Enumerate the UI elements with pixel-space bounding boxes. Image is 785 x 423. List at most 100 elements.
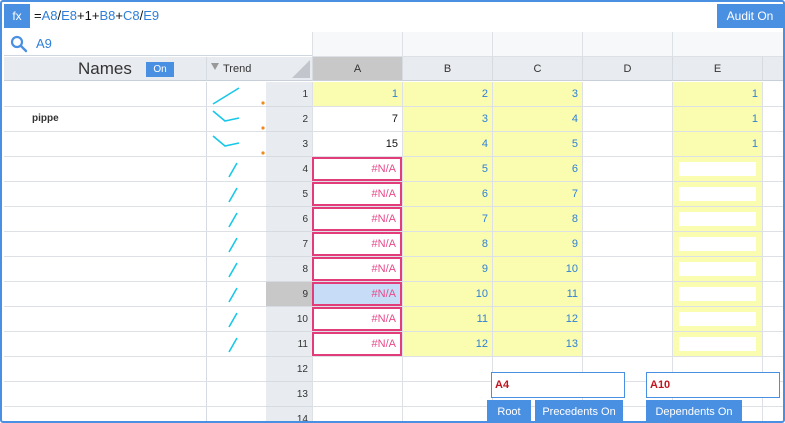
formula-input[interactable]: =A8/E8+1+B8+C8/E9 [34,4,159,28]
cell-b14[interactable] [402,407,492,421]
cell-e3[interactable]: 1 [672,132,762,156]
cell-c1[interactable]: 3 [492,82,582,106]
cell-a5[interactable]: #N/A [312,182,402,206]
cell-e9[interactable] [672,282,762,306]
cell-d5[interactable] [582,182,672,206]
cell-c6[interactable]: 8 [492,207,582,231]
column-header-b[interactable]: B [402,57,492,81]
cell-c11[interactable]: 13 [492,332,582,356]
cell-e4[interactable] [672,157,762,181]
name-cell[interactable] [4,332,206,356]
precedent-cell-box[interactable]: A4 [491,372,625,398]
row-header[interactable]: 5 [266,182,312,207]
cell-c7[interactable]: 9 [492,232,582,256]
name-cell[interactable] [4,82,206,106]
dependents-toggle-button[interactable]: Dependents On [646,400,742,421]
cell-a4[interactable]: #N/A [312,157,402,181]
select-all-corner[interactable] [266,57,312,81]
cell-c9[interactable]: 11 [492,282,582,306]
name-cell[interactable] [4,382,206,406]
name-cell[interactable] [4,232,206,256]
cell-a11[interactable]: #N/A [312,332,402,356]
cell-d8[interactable] [582,257,672,281]
cell-e5[interactable] [672,182,762,206]
audit-toggle-button[interactable]: Audit On [717,4,783,28]
row-header[interactable]: 12 [266,357,312,382]
column-header-d[interactable]: D [582,57,672,81]
row-header[interactable]: 1 [266,82,312,107]
cell-b10[interactable]: 11 [402,307,492,331]
row-header[interactable]: 10 [266,307,312,332]
column-header-e[interactable]: E [672,57,762,81]
dependent-cell-box[interactable]: A10 [646,372,780,398]
name-cell[interactable] [4,257,206,281]
column-header-a[interactable]: A [312,57,402,81]
cell-d11[interactable] [582,332,672,356]
cell-b3[interactable]: 4 [402,132,492,156]
name-cell[interactable] [4,157,206,181]
cell-e1[interactable]: 1 [672,82,762,106]
cell-e7[interactable] [672,232,762,256]
row-header[interactable]: 14 [266,407,312,421]
cell-a14[interactable] [312,407,402,421]
cell-a3[interactable]: 15 [312,132,402,156]
cell-a2[interactable]: 7 [312,107,402,131]
cell-b11[interactable]: 12 [402,332,492,356]
name-cell[interactable] [4,307,206,331]
cell-e10[interactable] [672,307,762,331]
cell-b12[interactable] [402,357,492,381]
cell-c4[interactable]: 6 [492,157,582,181]
row-header[interactable]: 9 [266,282,312,307]
search-input[interactable]: A9 [36,32,52,56]
cell-a12[interactable] [312,357,402,381]
cell-e11[interactable] [672,332,762,356]
cell-e6[interactable] [672,207,762,231]
cell-a6[interactable]: #N/A [312,207,402,231]
cell-b2[interactable]: 3 [402,107,492,131]
cell-c8[interactable]: 10 [492,257,582,281]
row-header[interactable]: 2 [266,107,312,132]
cell-d2[interactable] [582,107,672,131]
cell-b8[interactable]: 9 [402,257,492,281]
cell-a7[interactable]: #N/A [312,232,402,256]
row-header[interactable]: 7 [266,232,312,257]
cell-b4[interactable]: 5 [402,157,492,181]
cell-d9[interactable] [582,282,672,306]
fx-button[interactable]: fx [4,4,30,28]
cell-a13[interactable] [312,382,402,406]
cell-a10[interactable]: #N/A [312,307,402,331]
precedents-toggle-button[interactable]: Precedents On [535,400,623,421]
trend-header[interactable]: Trend [206,57,266,81]
cell-b9[interactable]: 10 [402,282,492,306]
cell-d6[interactable] [582,207,672,231]
name-search[interactable]: A9 [4,32,312,56]
name-cell[interactable] [4,407,206,421]
row-header[interactable]: 6 [266,207,312,232]
root-button[interactable]: Root [487,400,531,421]
cell-a8[interactable]: #N/A [312,257,402,281]
cell-b7[interactable]: 8 [402,232,492,256]
cell-b13[interactable] [402,382,492,406]
name-cell[interactable] [4,207,206,231]
cell-a9[interactable]: #N/A [312,282,402,306]
name-cell[interactable] [4,182,206,206]
cell-d7[interactable] [582,232,672,256]
cell-a1[interactable]: 1 [312,82,402,106]
row-header[interactable]: 3 [266,132,312,157]
cell-e2[interactable]: 1 [672,107,762,131]
row-header[interactable]: 11 [266,332,312,357]
cell-d10[interactable] [582,307,672,331]
name-cell[interactable] [4,357,206,381]
name-cell[interactable] [4,132,206,156]
column-header-c[interactable]: C [492,57,582,81]
cell-d1[interactable] [582,82,672,106]
cell-d4[interactable] [582,157,672,181]
cell-e8[interactable] [672,257,762,281]
name-cell[interactable]: pippe [4,107,206,131]
cell-c3[interactable]: 5 [492,132,582,156]
cell-b5[interactable]: 6 [402,182,492,206]
row-header[interactable]: 13 [266,382,312,407]
cell-d3[interactable] [582,132,672,156]
cell-b6[interactable]: 7 [402,207,492,231]
names-toggle-button[interactable]: On [146,62,174,77]
